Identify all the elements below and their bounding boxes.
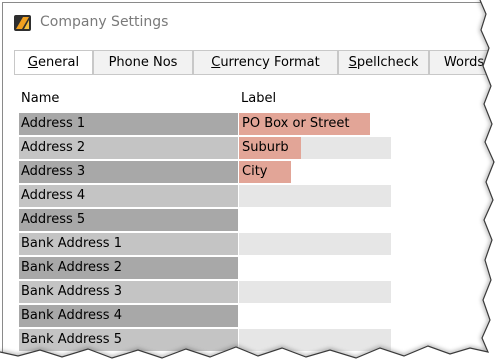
tab-label-currency-format-rest: urrency Format: [220, 55, 320, 70]
tab-label-phone-nos: Phone Nos: [108, 55, 178, 70]
table-row[interactable]: Address 5: [19, 209, 391, 233]
company-settings-window: Company Settings General Phone Nos Curre…: [2, 2, 499, 362]
tab-bar: General Phone Nos Currency Format Spellc…: [14, 50, 499, 74]
table-row[interactable]: Address 1 PO Box or Street: [19, 113, 391, 137]
table-row[interactable]: Bank Address 2: [19, 257, 391, 281]
table-row[interactable]: Address 2 Suburb: [19, 137, 391, 161]
label-cell[interactable]: [239, 257, 391, 279]
label-cell[interactable]: [239, 329, 391, 351]
label-cell[interactable]: [239, 209, 391, 231]
tab-label-spellcheck: S: [348, 55, 357, 70]
name-cell: Bank Address 2: [19, 257, 238, 279]
label-cell[interactable]: [239, 305, 391, 327]
tab-spellcheck[interactable]: Spellcheck: [338, 50, 429, 74]
tab-divider: [14, 74, 493, 75]
tab-general[interactable]: General: [14, 50, 93, 74]
label-value: Suburb: [239, 137, 301, 159]
tab-label-general: G: [27, 55, 38, 70]
tab-label-words: Words: [443, 55, 485, 70]
label-cell[interactable]: [239, 281, 391, 303]
label-value: PO Box or Street: [239, 113, 370, 135]
label-cell[interactable]: PO Box or Street: [239, 113, 391, 135]
table-row[interactable]: Address 4: [19, 185, 391, 209]
window-title: Company Settings: [40, 14, 169, 30]
column-header-label: Label: [241, 91, 277, 106]
table-row[interactable]: Bank Address 1: [19, 233, 391, 257]
name-cell: Address 4: [19, 185, 238, 207]
name-cell: Address 3: [19, 161, 238, 183]
title-bar: Company Settings: [3, 3, 493, 43]
column-header-name: Name: [21, 91, 60, 106]
name-cell: Address 1: [19, 113, 238, 135]
screenshot-root: Company Settings General Phone Nos Curre…: [0, 0, 499, 362]
tab-currency-format[interactable]: Currency Format: [193, 50, 338, 74]
tab-phone-nos[interactable]: Phone Nos: [93, 50, 193, 74]
label-cell[interactable]: City: [239, 161, 391, 183]
name-cell: Bank Address 5: [19, 329, 238, 351]
name-cell: Bank Address 4: [19, 305, 238, 327]
name-cell: Bank Address 3: [19, 281, 238, 303]
name-cell: Address 5: [19, 209, 238, 231]
name-cell: Address 2: [19, 137, 238, 159]
tab-label-general-rest: eneral: [37, 55, 80, 70]
label-value: City: [239, 161, 291, 183]
app-logo-icon: [14, 15, 31, 31]
tab-label-currency-format: C: [211, 55, 221, 70]
name-cell: Bank Address 1: [19, 233, 238, 255]
table-row[interactable]: Bank Address 4: [19, 305, 391, 329]
table-row[interactable]: Address 3 City: [19, 161, 391, 185]
label-cell[interactable]: [239, 185, 391, 207]
tab-label-spellcheck-rest: pellcheck: [356, 55, 419, 70]
tab-words[interactable]: Words: [429, 50, 499, 74]
label-cell[interactable]: [239, 233, 391, 255]
settings-grid: Address 1 PO Box or Street Address 2 Sub…: [19, 113, 391, 353]
table-row[interactable]: Bank Address 3: [19, 281, 391, 305]
label-cell[interactable]: Suburb: [239, 137, 391, 159]
table-row[interactable]: Bank Address 5: [19, 329, 391, 353]
